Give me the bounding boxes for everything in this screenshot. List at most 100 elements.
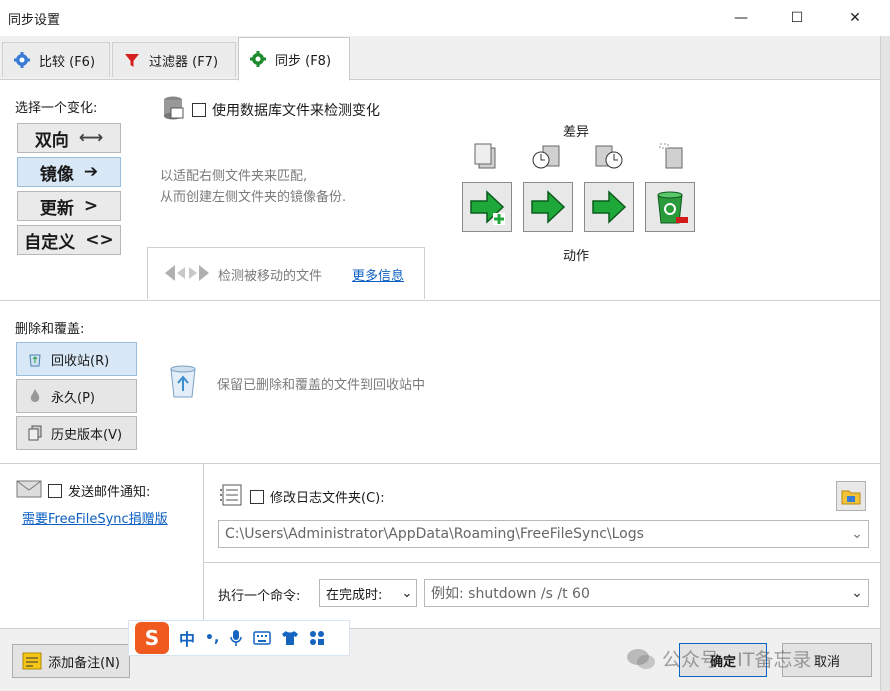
maximize-button[interactable]: ☐: [774, 0, 820, 36]
deletion-hint: 保留已删除和覆盖的文件到回收站中: [217, 378, 426, 393]
wechat-icon: [627, 648, 655, 669]
database-icon: [164, 96, 184, 120]
command-divider: [203, 562, 880, 563]
action-delete-button[interactable]: [645, 182, 695, 232]
add-note-button[interactable]: 添加备注(N): [12, 644, 130, 678]
variant-custom-label: 自定义: [24, 232, 76, 253]
ime-punctuation[interactable]: •,: [205, 630, 219, 646]
window-edge: [880, 36, 890, 691]
tab-filter[interactable]: 过滤器 (F7): [112, 42, 236, 77]
db-check-label: 使用数据库文件来检测变化: [212, 103, 380, 119]
email-checkbox[interactable]: [48, 483, 62, 498]
close-button[interactable]: ✕: [832, 0, 878, 36]
variant-two-way-button[interactable]: 双向 ⟷: [17, 123, 121, 153]
maximize-icon: ☐: [790, 10, 804, 26]
chevron-down-icon: ⌄: [851, 526, 863, 542]
action-overwrite-older-button[interactable]: [584, 182, 634, 232]
variant-two-way-label: 双向: [34, 130, 69, 151]
right-only-file-icon: [659, 143, 683, 169]
folder-icon: [841, 490, 861, 505]
db-check-checkbox[interactable]: [192, 103, 206, 117]
ime-toolbar: S 中 •,: [128, 620, 350, 656]
file-versions-icon: [28, 425, 42, 441]
log-checkbox[interactable]: [250, 489, 264, 504]
browse-folder-button[interactable]: [836, 481, 866, 511]
deletion-permanent-label: 永久(P): [51, 390, 95, 406]
description-line-2: 从而创建左侧文件夹的镜像备份.: [160, 190, 347, 205]
minimize-button[interactable]: —: [718, 0, 764, 36]
gear-green-icon: [250, 51, 266, 67]
green-arrow-plus-icon: [470, 190, 505, 225]
watermark-text: 公众号 · IT备忘录: [662, 649, 812, 671]
log-path-combo[interactable]: C:\Users\Administrator\AppData\Roaming\F…: [218, 520, 869, 548]
deletion-recycle-label: 回收站(R): [51, 353, 110, 369]
variant-heading: 选择一个变化:: [15, 101, 98, 116]
tab-filter-label: 过滤器 (F7): [149, 54, 219, 70]
apps-grid-icon[interactable]: [309, 630, 325, 646]
log-label: 修改日志文件夹(C):: [270, 491, 385, 506]
email-label: 发送邮件通知:: [68, 485, 151, 500]
note-icon: [22, 652, 42, 670]
action-create-button[interactable]: [462, 182, 512, 232]
right-newer-file-icon: [595, 145, 623, 169]
left-only-file-icon: [474, 143, 496, 169]
right-arrow-icon: ➔: [83, 162, 99, 182]
command-when-value: 在完成时:: [326, 587, 383, 603]
deletion-permanent-button[interactable]: 永久(P): [16, 379, 137, 413]
chevron-right-icon: >: [83, 196, 99, 216]
flame-icon: [30, 389, 40, 402]
sogou-logo-icon[interactable]: S: [135, 622, 169, 654]
close-icon: ✕: [849, 10, 861, 26]
command-when-select[interactable]: 在完成时: ⌄: [319, 579, 417, 607]
command-label: 执行一个命令:: [218, 589, 301, 604]
variant-custom-button[interactable]: 自定义 <>: [17, 225, 121, 255]
tab-sync[interactable]: 同步 (F8): [238, 37, 350, 81]
deletion-versioning-label: 历史版本(V): [51, 427, 123, 443]
log-row[interactable]: 修改日志文件夹(C):: [250, 487, 385, 506]
variant-update-button[interactable]: 更新 >: [17, 191, 121, 221]
keyboard-icon[interactable]: [253, 631, 272, 645]
variant-mirror-button[interactable]: 镜像 ➔: [17, 157, 121, 187]
command-placeholder: 例如: shutdown /s /t 60: [431, 586, 590, 602]
log-list-icon: [220, 484, 242, 506]
add-note-label: 添加备注(N): [48, 655, 120, 671]
diff-heading: 差异: [563, 125, 590, 140]
more-info-link[interactable]: 更多信息: [352, 265, 404, 284]
envelope-icon: [16, 480, 42, 498]
two-way-arrow-icon: ⟷: [78, 128, 104, 148]
angle-brackets-icon: <>: [85, 230, 114, 250]
gear-blue-icon: [14, 52, 30, 68]
tab-compare[interactable]: 比较 (F6): [2, 42, 110, 77]
command-input[interactable]: 例如: shutdown /s /t 60 ⌄: [424, 579, 869, 607]
action-overwrite-newer-button[interactable]: [523, 182, 573, 232]
recycle-bin-icon: [29, 354, 41, 367]
green-arrow-right-icon: [592, 190, 627, 224]
email-row[interactable]: 发送邮件通知:: [48, 481, 150, 500]
log-path-value: C:\Users\Administrator\AppData\Roaming\F…: [225, 526, 644, 542]
window-title: 同步设置: [8, 13, 61, 28]
moved-files-label: 检测被移动的文件: [218, 269, 323, 284]
skin-shirt-icon[interactable]: [281, 630, 299, 646]
green-arrow-right-icon: [531, 190, 566, 224]
deletion-recycle-button[interactable]: 回收站(R): [16, 342, 137, 376]
tab-compare-label: 比较 (F6): [39, 54, 96, 70]
chevron-down-icon: ⌄: [401, 585, 413, 601]
deletion-versioning-button[interactable]: 历史版本(V): [16, 416, 137, 450]
action-footer: 动作: [563, 249, 590, 264]
left-newer-file-icon: [532, 145, 560, 169]
tab-sync-label: 同步 (F8): [275, 53, 332, 69]
variant-update-label: 更新: [39, 198, 74, 219]
cancel-label: 取消: [813, 654, 840, 670]
ime-chinese-mode[interactable]: 中: [179, 626, 195, 650]
variant-section: [0, 80, 880, 300]
watermark: 公众号 · IT备忘录: [626, 645, 811, 672]
chevron-down-icon: ⌄: [851, 585, 863, 601]
move-arrows-icon: [165, 265, 209, 281]
recycle-bin-minus-icon: [657, 191, 688, 224]
microphone-icon[interactable]: [229, 629, 243, 647]
donation-link[interactable]: 需要FreeFileSync捐赠版: [22, 508, 168, 527]
funnel-icon: [125, 54, 139, 67]
db-check-row[interactable]: 使用数据库文件来检测变化: [192, 100, 380, 120]
vertical-divider: [203, 464, 204, 628]
minimize-icon: —: [734, 10, 748, 26]
